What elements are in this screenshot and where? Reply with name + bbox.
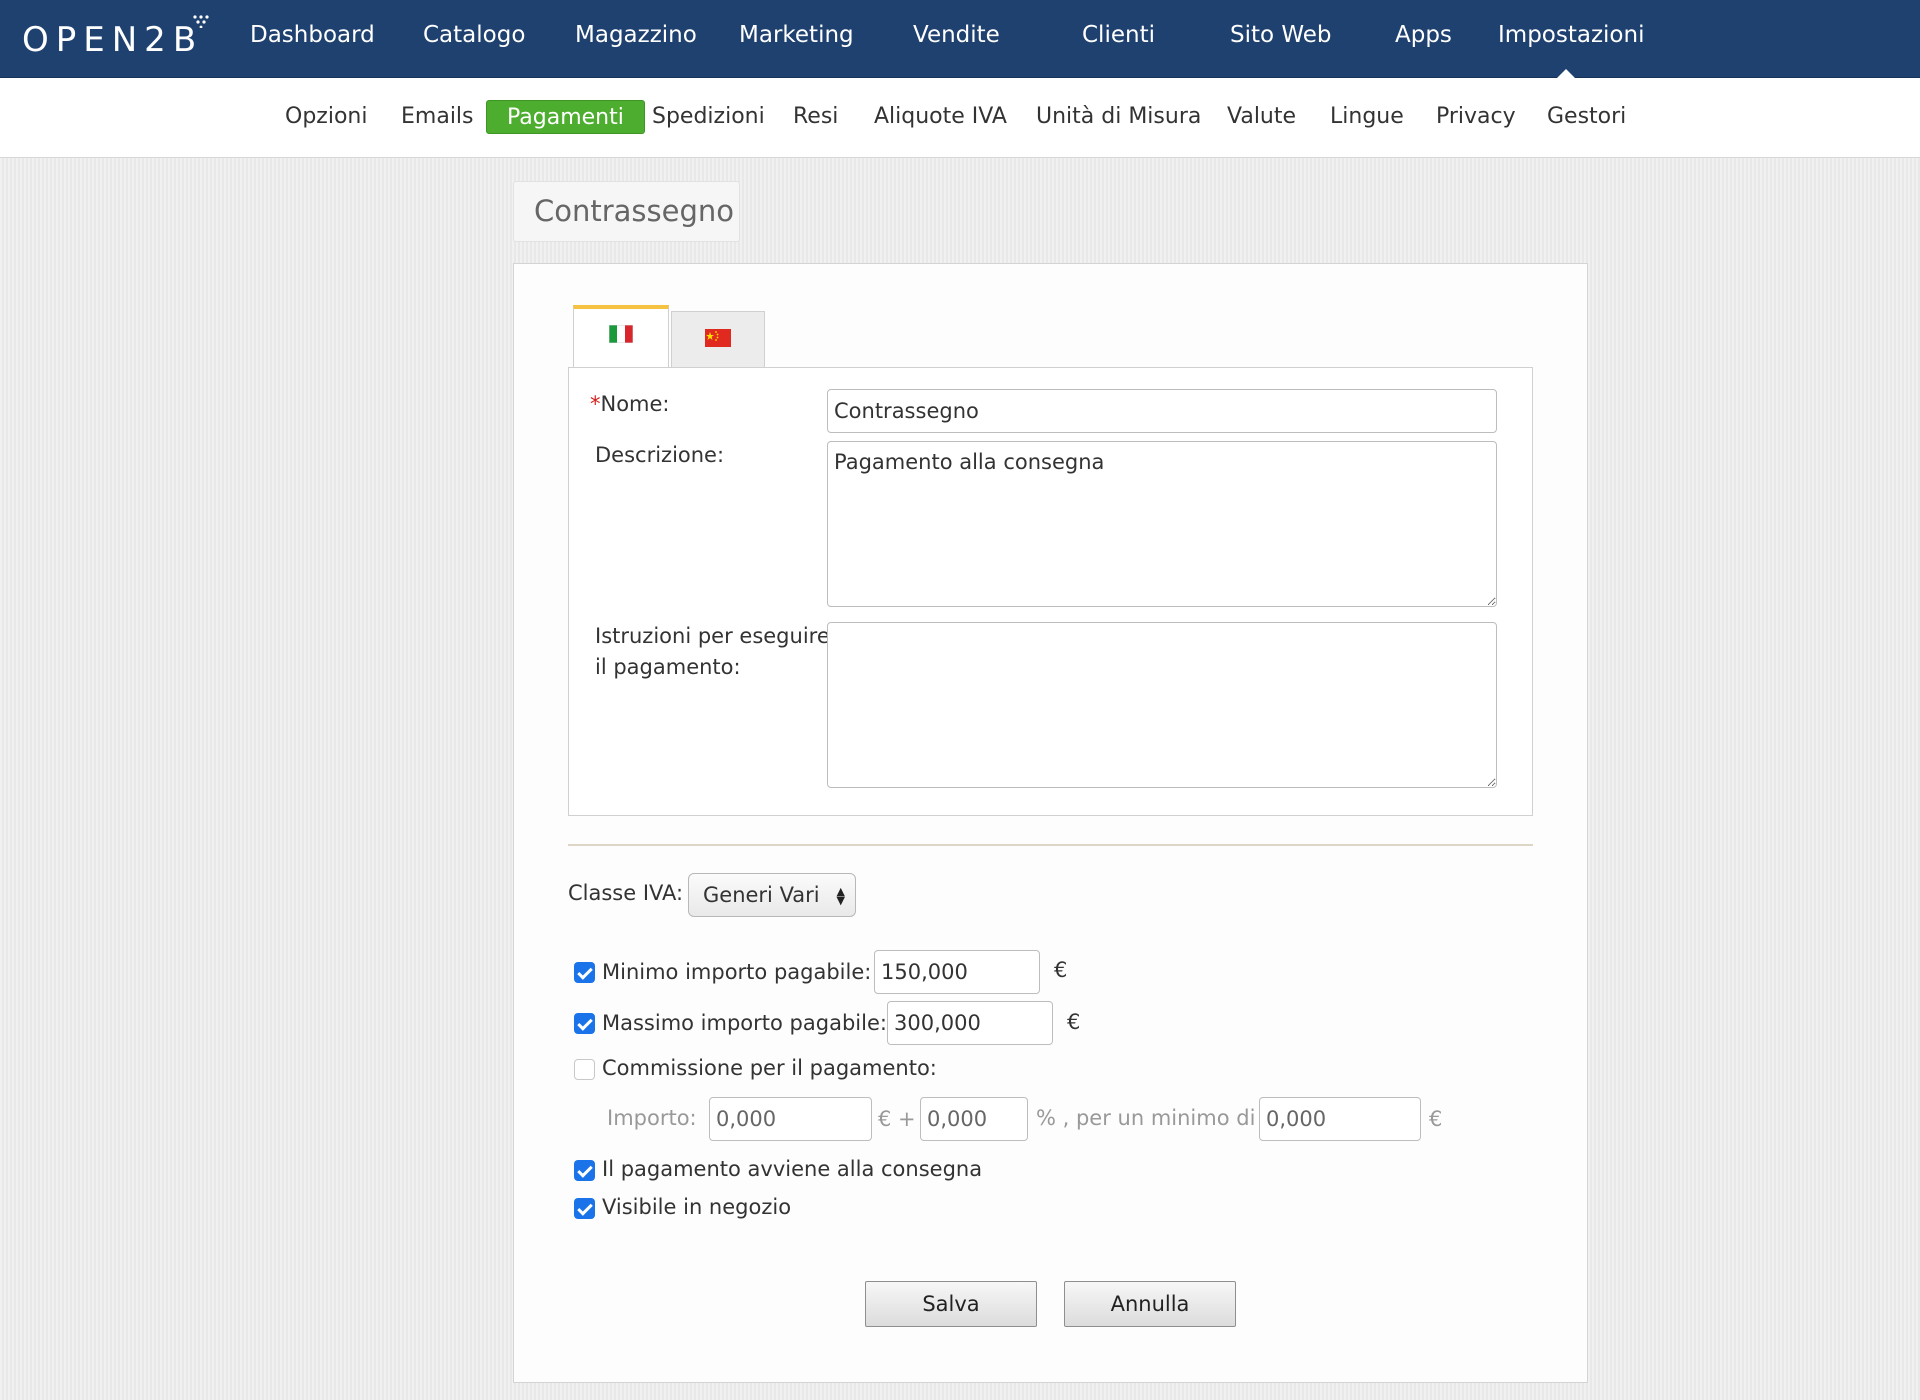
- nav-vendite[interactable]: Vendite: [913, 22, 1000, 48]
- minimo-input[interactable]: [874, 950, 1040, 994]
- descrizione-textarea[interactable]: Pagamento alla consegna: [827, 441, 1497, 607]
- classe-iva-label: Classe IVA:: [568, 881, 684, 905]
- nav-sito-web[interactable]: Sito Web: [1230, 22, 1332, 48]
- importo-plus-separator: € +: [878, 1107, 916, 1131]
- commissione-label: Commissione per il pagamento:: [602, 1056, 937, 1080]
- visibile-checkbox[interactable]: [574, 1198, 595, 1219]
- commissione-checkbox[interactable]: [574, 1059, 595, 1080]
- flag-italy-icon: [609, 325, 633, 343]
- tab-language-chinese[interactable]: [671, 311, 765, 368]
- tab-language-italian[interactable]: [573, 305, 669, 368]
- nome-label-text: Nome:: [600, 392, 670, 416]
- subnav-pagamenti[interactable]: Pagamenti: [486, 100, 645, 134]
- subnav-privacy[interactable]: Privacy: [1436, 100, 1516, 134]
- istruzioni-label: Istruzioni per eseguire il pagamento:: [595, 621, 830, 683]
- required-mark: *: [590, 392, 601, 416]
- subnav-unita-di-misura[interactable]: Unità di Misura: [1036, 100, 1201, 134]
- visibile-label: Visibile in negozio: [602, 1195, 792, 1219]
- subnav-valute[interactable]: Valute: [1227, 100, 1296, 134]
- top-navigation-bar: OPEN2B Dashboard Catalogo Magazzino Mark…: [0, 0, 1920, 79]
- importo-input[interactable]: [709, 1097, 872, 1141]
- classe-iva-selected-value: Generi Vari: [703, 883, 820, 907]
- subnav-lingue[interactable]: Lingue: [1330, 100, 1404, 134]
- istruzioni-label-line1: Istruzioni per eseguire: [595, 624, 830, 648]
- consegna-label: Il pagamento avviene alla consegna: [602, 1157, 983, 1181]
- massimo-input[interactable]: [887, 1001, 1053, 1045]
- select-arrows-icon: ▲ ▼: [836, 885, 845, 907]
- nav-catalogo[interactable]: Catalogo: [423, 22, 525, 48]
- subnav-spedizioni[interactable]: Spedizioni: [652, 100, 765, 134]
- save-button[interactable]: Salva: [865, 1281, 1037, 1327]
- logo-dots-icon: [193, 15, 209, 28]
- subnav-resi[interactable]: Resi: [793, 100, 838, 134]
- minimo-currency: €: [1054, 958, 1068, 982]
- flag-china-icon: [705, 329, 731, 347]
- consegna-checkbox[interactable]: [574, 1160, 595, 1181]
- classe-iva-select[interactable]: Generi Vari ▲ ▼: [688, 873, 856, 917]
- subnav-emails[interactable]: Emails: [401, 100, 474, 134]
- subnav-aliquote-iva[interactable]: Aliquote IVA: [874, 100, 1007, 134]
- minimo-checkbox[interactable]: [574, 962, 595, 983]
- istruzioni-label-line2: il pagamento:: [595, 655, 741, 679]
- nav-clienti[interactable]: Clienti: [1082, 22, 1155, 48]
- nav-magazzino[interactable]: Magazzino: [575, 22, 697, 48]
- istruzioni-textarea[interactable]: [827, 622, 1497, 788]
- nav-apps[interactable]: Apps: [1395, 22, 1452, 48]
- page-title: Contrassegno: [513, 181, 740, 242]
- massimo-label: Massimo importo pagabile:: [602, 1011, 887, 1035]
- massimo-currency: €: [1067, 1010, 1081, 1034]
- nav-impostazioni[interactable]: Impostazioni: [1498, 22, 1644, 48]
- minimo-label: Minimo importo pagabile:: [602, 960, 872, 984]
- subnav-gestori[interactable]: Gestori: [1547, 100, 1626, 134]
- section-divider: [568, 844, 1533, 846]
- nome-label: *Nome:: [590, 389, 670, 420]
- logo[interactable]: OPEN2B: [22, 20, 203, 60]
- descrizione-label: Descrizione:: [595, 443, 725, 467]
- cancel-button[interactable]: Annulla: [1064, 1281, 1236, 1327]
- minimo-commissione-input[interactable]: [1259, 1097, 1421, 1141]
- importo-label: Importo:: [607, 1106, 697, 1130]
- commissione-currency: €: [1429, 1107, 1443, 1131]
- subnav-opzioni[interactable]: Opzioni: [285, 100, 367, 134]
- nome-input[interactable]: [827, 389, 1497, 433]
- sub-navigation-bar: Opzioni Emails Pagamenti Spedizioni Resi…: [0, 78, 1920, 158]
- nav-marketing[interactable]: Marketing: [739, 22, 854, 48]
- percent-input[interactable]: [920, 1097, 1028, 1141]
- nav-dashboard[interactable]: Dashboard: [250, 22, 375, 48]
- massimo-checkbox[interactable]: [574, 1013, 595, 1034]
- percent-separator: % , per un minimo di: [1036, 1106, 1256, 1130]
